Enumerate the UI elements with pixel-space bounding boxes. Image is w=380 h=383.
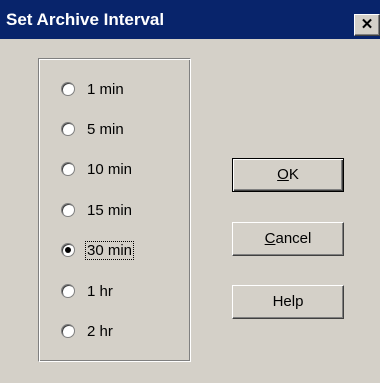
- close-icon[interactable]: ✕: [354, 14, 380, 36]
- radio-label: 1 min: [87, 80, 124, 98]
- title-bar[interactable]: Set Archive Interval ✕: [0, 0, 380, 39]
- radio-option-10-min[interactable]: 10 min: [61, 159, 133, 179]
- ok-label-rest: K: [288, 166, 299, 183]
- radio-option-30-min[interactable]: 30 min: [61, 240, 135, 260]
- radio-label: 15 min: [87, 201, 133, 219]
- ok-mnemonic: O: [277, 166, 289, 183]
- radio-label: 1 hr: [87, 282, 113, 300]
- radio-label: 2 hr: [87, 322, 113, 340]
- radio-option-1-min[interactable]: 1 min: [61, 79, 125, 99]
- radio-option-5-min[interactable]: 5 min: [61, 119, 125, 139]
- radio-button[interactable]: [61, 203, 75, 217]
- cancel-mnemonic: C: [264, 230, 276, 247]
- radio-button[interactable]: [61, 284, 75, 298]
- ok-button[interactable]: OK: [232, 158, 344, 192]
- radio-button[interactable]: [61, 324, 75, 338]
- radio-option-2-hr[interactable]: 2 hr: [61, 321, 114, 341]
- radio-label: 10 min: [87, 160, 133, 178]
- help-button[interactable]: Help: [232, 285, 344, 319]
- cancel-label-rest: ancel: [275, 230, 312, 247]
- cancel-button[interactable]: Cancel: [232, 222, 344, 256]
- radio-button[interactable]: [61, 122, 75, 136]
- set-archive-interval-dialog: Set Archive Interval ✕ 1 min 5 min 10 mi…: [0, 0, 380, 383]
- radio-label: 30 min: [84, 240, 135, 260]
- dialog-title: Set Archive Interval: [6, 10, 165, 29]
- radio-label: 5 min: [87, 120, 124, 138]
- radio-option-15-min[interactable]: 15 min: [61, 200, 133, 220]
- interval-group: 1 min 5 min 10 min 15 min 30 min 1 hr 2 …: [38, 58, 191, 362]
- radio-button[interactable]: [61, 82, 75, 96]
- radio-button[interactable]: [61, 162, 75, 176]
- radio-button-selected[interactable]: [61, 243, 75, 257]
- radio-option-1-hr[interactable]: 1 hr: [61, 281, 114, 301]
